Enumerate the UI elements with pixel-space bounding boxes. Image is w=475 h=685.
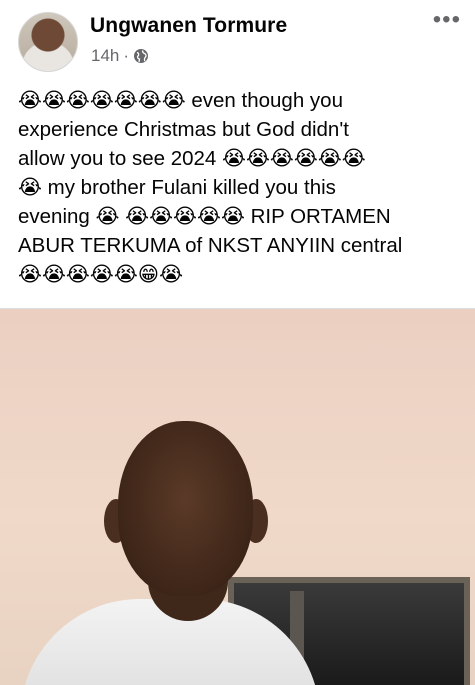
post-text-line: ABUR TERKUMA of NKST ANYIIN central bbox=[18, 234, 403, 257]
post-text-line: 😭 my brother Fulani killed you this bbox=[18, 176, 336, 199]
post-photo[interactable] bbox=[0, 309, 475, 685]
post-header: Ungwanen Tormure 14h · ••• bbox=[18, 8, 463, 72]
post-text-line: allow you to see 2024 😭😭😭😭😭😭 bbox=[18, 147, 366, 170]
avatar[interactable] bbox=[18, 12, 78, 72]
person-head bbox=[118, 421, 253, 596]
post-text-line: experience Christmas but God didn't bbox=[18, 118, 349, 141]
globe-icon bbox=[134, 49, 149, 63]
author-name[interactable]: Ungwanen Tormure bbox=[90, 14, 287, 38]
more-options-button[interactable]: ••• bbox=[433, 8, 461, 32]
post-text: 😭😭😭😭😭😭😭 even though you experience Chris… bbox=[18, 86, 463, 289]
post-text-line: evening 😭 😭😭😭😭😭 RIP ORTAMEN bbox=[18, 205, 391, 228]
post-text-line: 😭😭😭😭😭😁😭 bbox=[18, 263, 184, 286]
post-meta: 14h · bbox=[91, 46, 149, 66]
post-text-line: 😭😭😭😭😭😭😭 even though you bbox=[18, 89, 343, 112]
meta-separator: · bbox=[123, 46, 130, 65]
post-time[interactable]: 14h bbox=[91, 46, 119, 66]
